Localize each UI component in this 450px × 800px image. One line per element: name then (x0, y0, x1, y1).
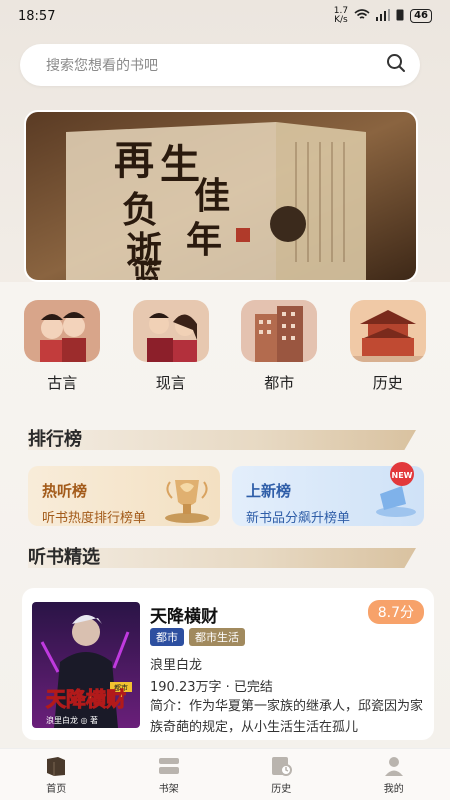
wifi-icon (354, 8, 370, 24)
nav-history[interactable]: 历史 (241, 755, 321, 795)
search-placeholder: 搜索您想看的书吧 (46, 58, 158, 74)
category-label: 历史 (372, 374, 403, 392)
trophy-icon (160, 470, 214, 528)
history-icon (349, 300, 426, 362)
svg-text:负: 负 (122, 189, 158, 231)
nav-bookshelf[interactable]: 书架 (129, 755, 209, 795)
svg-text:NEW: NEW (392, 471, 413, 480)
category-history[interactable]: 历史 (343, 300, 433, 393)
category-label: 古言 (47, 374, 78, 392)
network-speed: 1.7 K/s (333, 6, 349, 25)
cover-title: 天降横财 (46, 687, 126, 711)
nav-home[interactable]: 首页 (16, 755, 96, 795)
category-label: 现言 (155, 374, 186, 392)
svg-text:佳: 佳 (194, 175, 230, 217)
book-tag: 都市生活 (189, 628, 245, 646)
nav-label: 我的 (383, 783, 404, 795)
search-icon[interactable] (386, 53, 406, 77)
profile-icon (382, 755, 406, 777)
ranking-section-header: 排行榜 (28, 424, 418, 454)
promo-banner[interactable]: 再 生 负 佳 逝 年 篮 (24, 110, 418, 282)
book-meta: 190.23万字 · 已完结 (150, 680, 273, 695)
selected-section-header: 听书精选 (28, 542, 418, 572)
section-title: 听书精选 (28, 547, 100, 568)
category-city[interactable]: 都市 (234, 300, 324, 393)
new-ranking-card[interactable]: 上新榜 新书品分飙升榜单 NEW (232, 462, 424, 526)
new-badge-icon: NEW (366, 460, 420, 524)
nav-label: 首页 (46, 783, 67, 795)
book-card[interactable]: 都市 天降横财 浪里白龙 ◎ 著 天降横财 8.7分 都市 都市生活 浪里白龙 … (22, 588, 434, 740)
ancient-romance-icon (24, 300, 101, 362)
book-author: 浪里白龙 (150, 658, 203, 673)
book-cover[interactable]: 都市 天降横财 浪里白龙 ◎ 著 (32, 602, 140, 728)
bottom-nav: 首页 书架 历史 我的 (0, 748, 450, 800)
svg-text:篮: 篮 (132, 257, 162, 282)
category-row: 古言 现言 都市 历史 (0, 300, 450, 393)
cover-author: 浪里白龙 ◎ 著 (46, 715, 98, 725)
status-bar: 18:57 1.7 K/s 46 (0, 0, 450, 32)
book-tag: 都市 (150, 628, 184, 646)
category-label: 都市 (264, 374, 295, 392)
status-time: 18:57 (18, 8, 56, 24)
svg-text:再: 再 (114, 137, 154, 184)
book-home-icon (44, 755, 68, 777)
bookshelf-icon (157, 755, 181, 777)
book-tags: 都市 都市生活 (150, 628, 245, 646)
hot-listen-ranking-card[interactable]: 热听榜 听书热度排行榜单 (28, 466, 220, 526)
nav-label: 历史 (271, 783, 292, 795)
section-title: 排行榜 (28, 429, 82, 450)
section-header-decoration (28, 430, 416, 450)
sim-icon (396, 9, 404, 24)
book-intro: 简介：作为华夏第一家族的继承人，邱瓷因为家族奇葩的规定，从小生活生活在孤儿 (150, 699, 424, 735)
city-icon (241, 300, 318, 362)
book-score-badge: 8.7分 (367, 600, 424, 624)
book-title[interactable]: 天降横财 (150, 602, 218, 627)
history-book-icon (269, 755, 293, 777)
search-bar[interactable]: 搜索您想看的书吧 (20, 44, 420, 86)
category-ancient[interactable]: 古言 (17, 300, 107, 393)
svg-text:年: 年 (186, 219, 222, 261)
battery-indicator: 46 (410, 9, 432, 23)
category-modern[interactable]: 现言 (126, 300, 216, 393)
nav-profile[interactable]: 我的 (354, 755, 434, 795)
nav-label: 书架 (158, 783, 179, 795)
signal-icon (376, 8, 391, 24)
modern-romance-icon (132, 300, 209, 362)
